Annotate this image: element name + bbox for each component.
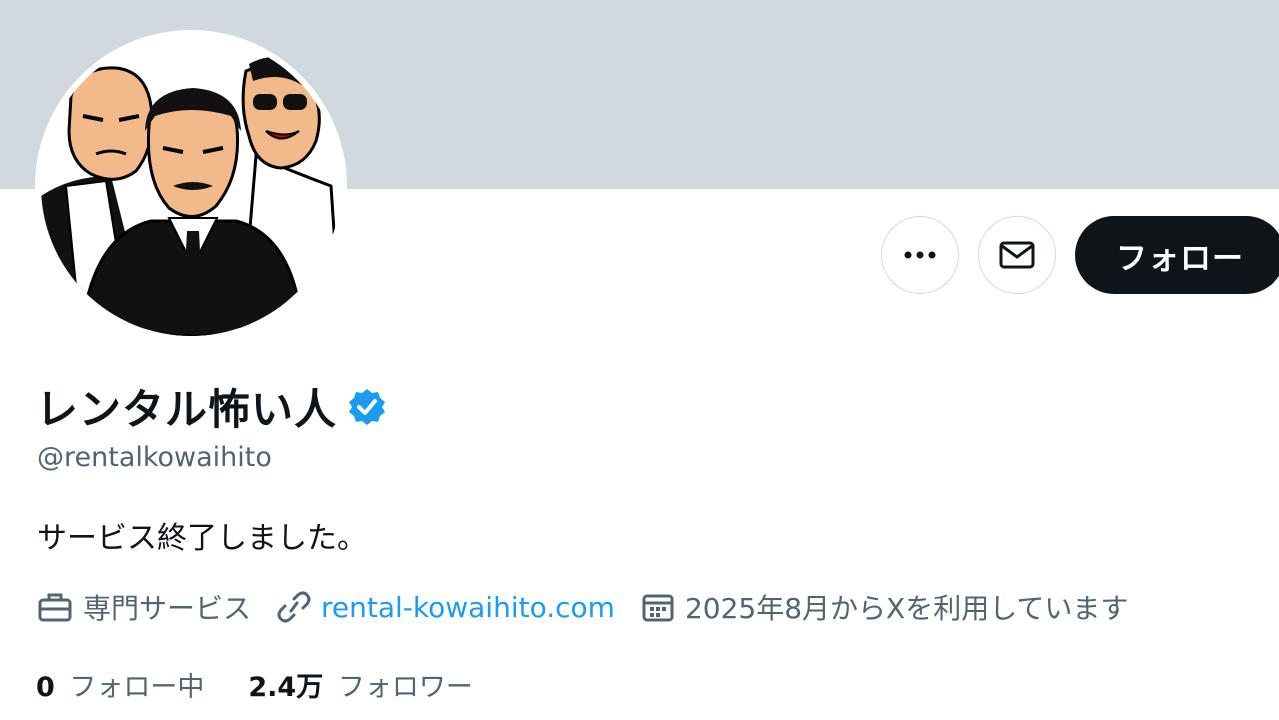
followers-count: 2.4万 <box>248 672 324 703</box>
user-handle: @rentalkowaihito <box>37 442 272 473</box>
follow-button[interactable]: フォロー <box>1075 216 1279 294</box>
profile-meta: 専門サービス rental-kowaihito.com 2025年8月からXを利… <box>37 587 1154 627</box>
avatar-illustration <box>41 36 341 336</box>
followers-stat[interactable]: 2.4万 フォロワー <box>248 665 472 704</box>
display-name: レンタル怖い人 <box>36 385 338 434</box>
message-button[interactable] <box>978 216 1056 294</box>
name-row: レンタル怖い人 <box>36 376 387 437</box>
more-horizontal-icon <box>904 251 936 259</box>
following-count: 0 <box>36 672 55 703</box>
follow-stats: 0 フォロー中 2.4万 フォロワー <box>36 665 517 704</box>
avatar[interactable] <box>35 30 347 342</box>
followers-label: フォロワー <box>337 672 473 703</box>
following-stat[interactable]: 0 フォロー中 <box>36 665 204 704</box>
bio: サービス終了しました。 <box>37 521 367 556</box>
joined-date: 2025年8月からXを利用しています <box>684 592 1129 625</box>
calendar-icon <box>642 594 674 622</box>
verified-badge-icon[interactable] <box>347 387 387 427</box>
briefcase-icon <box>38 593 72 622</box>
more-button[interactable] <box>881 216 959 294</box>
website-link[interactable]: rental-kowaihito.com <box>321 591 615 624</box>
link-icon <box>277 591 311 623</box>
website-item: rental-kowaihito.com <box>277 591 615 624</box>
envelope-icon <box>999 241 1035 269</box>
category-label: 専門サービス <box>83 592 252 625</box>
following-label: フォロー中 <box>69 672 205 703</box>
category-item: 専門サービス <box>37 587 251 627</box>
joined-item: 2025年8月からXを利用しています <box>641 587 1128 627</box>
